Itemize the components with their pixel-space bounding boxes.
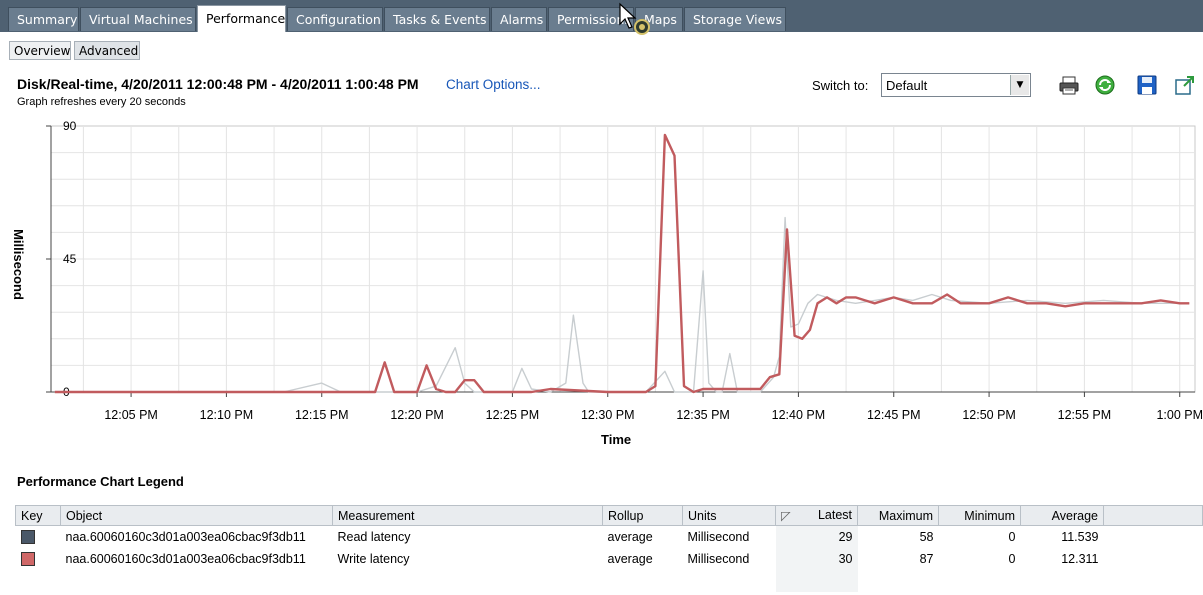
col-rollup[interactable]: Rollup — [602, 505, 683, 526]
filler-cell — [1104, 526, 1203, 549]
col-latest-label: Latest — [817, 508, 852, 522]
x-tick-label: 12:30 PM — [581, 408, 635, 422]
object-cell: naa.60060160c3d01a003ea06cbac9f3db11 — [65, 530, 306, 544]
x-tick-label: 12:40 PM — [772, 408, 826, 422]
measurement-cell: Write latency — [337, 552, 410, 566]
measurement-cell: Read latency — [337, 530, 411, 544]
object-cell: naa.60060160c3d01a003ea06cbac9f3db11 — [65, 552, 306, 566]
x-tick-label: 12:05 PM — [104, 408, 158, 422]
table-spacer-row — [16, 570, 1203, 592]
key-cell — [16, 526, 61, 549]
x-tick-label: 12:45 PM — [867, 408, 921, 422]
maximum-cell: 58 — [919, 530, 934, 544]
average-cell: 12.311 — [1061, 552, 1099, 566]
col-latest[interactable]: ◸ Latest — [775, 505, 858, 526]
series-swatch — [20, 530, 35, 545]
key-cell — [16, 548, 61, 570]
maximum-cell: 87 — [919, 552, 934, 566]
latest-cell: 30 — [775, 548, 858, 570]
col-average[interactable]: Average — [1020, 505, 1104, 526]
x-axis-label: Time — [601, 432, 632, 447]
x-tick-label: 12:55 PM — [1058, 408, 1112, 422]
x-ticks: 12:05 PM 12:10 PM 12:15 PM 12:20 PM 12:25 PM… — [104, 392, 1203, 422]
x-tick-label: 12:25 PM — [486, 408, 540, 422]
table-row[interactable]: naa.60060160c3d01a003ea06cbac9f3db11 Rea… — [16, 525, 1203, 549]
col-filler — [1103, 505, 1203, 526]
units-cell: Millisecond — [687, 552, 750, 566]
x-tick-label: 12:20 PM — [390, 408, 444, 422]
performance-chart: 04590 12:05 PM 12:10 PM 12:15 PM 12:20 PM 12… — [46, 119, 1203, 422]
legend-title: Performance Chart Legend — [17, 474, 184, 489]
col-key[interactable]: Key — [15, 505, 61, 526]
units-cell: Millisecond — [687, 530, 750, 544]
average-cell: 11.539 — [1061, 530, 1099, 544]
series-swatch — [20, 552, 35, 567]
legend-table: Key Object Measurement Rollup Units ◸ La… — [15, 505, 1203, 592]
chart-grid — [50, 125, 1196, 393]
x-tick-label: 12:35 PM — [676, 408, 730, 422]
rollup-cell: average — [607, 552, 653, 566]
col-object[interactable]: Object — [60, 505, 333, 526]
x-tick-label: 12:10 PM — [200, 408, 254, 422]
x-tick-label: 12:15 PM — [295, 408, 349, 422]
x-tick-label: 12:50 PM — [962, 408, 1016, 422]
col-units[interactable]: Units — [682, 505, 776, 526]
col-minimum[interactable]: Minimum — [938, 505, 1021, 526]
y-tick-label: 45 — [63, 252, 77, 266]
minimum-cell: 0 — [1008, 530, 1016, 544]
sort-arrow-icon: ◸ — [781, 509, 791, 523]
filler-cell — [1104, 548, 1203, 570]
table-row[interactable]: naa.60060160c3d01a003ea06cbac9f3db11 Wri… — [16, 548, 1203, 570]
col-maximum[interactable]: Maximum — [857, 505, 939, 526]
minimum-cell: 0 — [1008, 552, 1016, 566]
rollup-cell: average — [607, 530, 653, 544]
latest-cell: 29 — [775, 525, 858, 548]
x-tick-label: 1:00 PM — [1156, 408, 1203, 422]
col-measurement[interactable]: Measurement — [332, 505, 603, 526]
y-tick-label: 90 — [63, 119, 77, 133]
